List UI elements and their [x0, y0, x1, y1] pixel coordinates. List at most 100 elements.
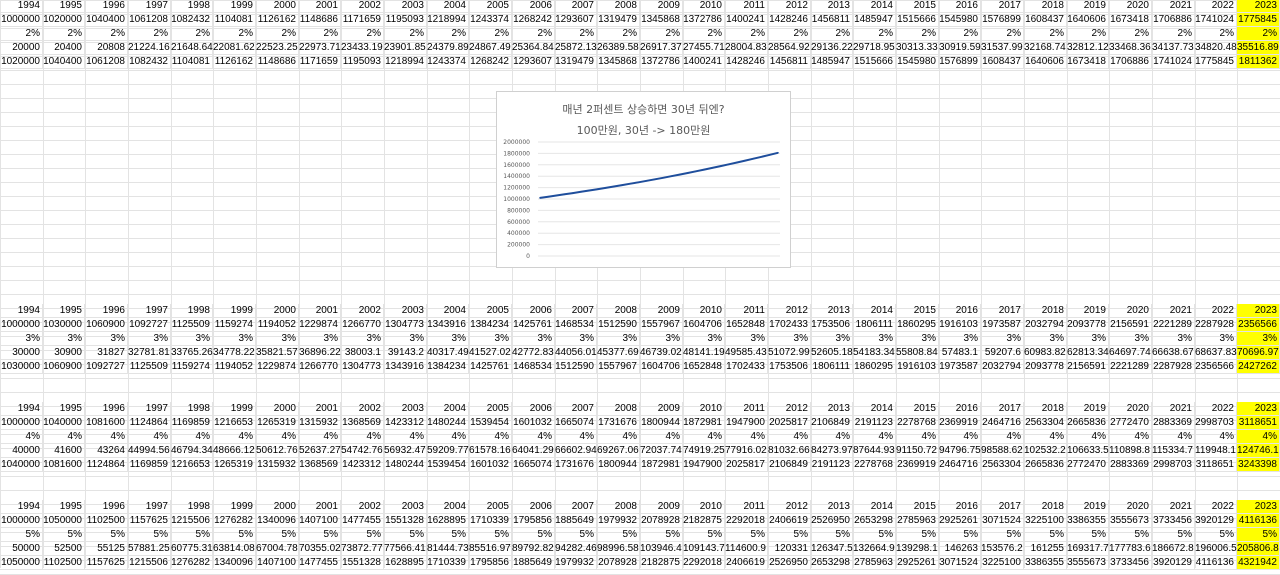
base-cell[interactable]: 1480244 — [427, 416, 469, 430]
rate-cell[interactable]: 5% — [341, 528, 384, 542]
base-cell[interactable]: 1372786 — [683, 13, 725, 27]
base-cell[interactable]: 2287928 — [1195, 318, 1237, 332]
base-cell[interactable]: 1092727 — [128, 318, 171, 332]
base-cell[interactable]: 2356566 — [1237, 318, 1280, 332]
rate-cell[interactable]: 3% — [896, 332, 939, 346]
year-cell[interactable]: 2010 — [683, 402, 725, 416]
rate-cell[interactable]: 3% — [555, 332, 597, 346]
increase-cell[interactable]: 67004.78 — [256, 542, 299, 556]
year-cell[interactable]: 2018 — [1024, 500, 1067, 514]
rate-cell[interactable]: 2% — [341, 27, 384, 41]
rate-cell[interactable]: 2% — [555, 27, 597, 41]
year-cell[interactable]: 2019 — [1067, 304, 1109, 318]
base-cell[interactable]: 1640606 — [1067, 13, 1109, 27]
next-cell[interactable]: 1345868 — [597, 55, 640, 69]
rate-cell[interactable]: 3% — [299, 332, 341, 346]
next-cell[interactable]: 1916103 — [896, 360, 939, 374]
base-cell[interactable]: 3920129 — [1195, 514, 1237, 528]
rate-cell[interactable]: 4% — [213, 430, 256, 444]
base-cell[interactable]: 1604706 — [683, 318, 725, 332]
base-cell[interactable]: 1731676 — [597, 416, 640, 430]
year-cell[interactable]: 2009 — [640, 304, 683, 318]
base-cell[interactable]: 1428246 — [768, 13, 811, 27]
year-cell[interactable]: 2006 — [512, 0, 555, 13]
next-cell[interactable]: 1601032 — [469, 458, 512, 472]
rate-cell[interactable]: 2% — [939, 27, 981, 41]
rate-cell[interactable]: 5% — [768, 528, 811, 542]
base-cell[interactable]: 1468534 — [555, 318, 597, 332]
year-cell[interactable]: 2012 — [768, 304, 811, 318]
year-cell[interactable]: 2008 — [597, 304, 640, 318]
year-cell[interactable]: 1997 — [128, 304, 171, 318]
base-cell[interactable]: 1000000 — [0, 514, 43, 528]
year-cell[interactable]: 2020 — [1109, 402, 1152, 416]
base-cell[interactable]: 2182875 — [683, 514, 725, 528]
base-cell[interactable]: 1515666 — [896, 13, 939, 27]
increase-cell[interactable]: 41600 — [43, 444, 85, 458]
base-cell[interactable]: 1545980 — [939, 13, 981, 27]
increase-cell[interactable]: 21648.64 — [171, 41, 213, 55]
year-cell[interactable]: 2023 — [1237, 304, 1280, 318]
rate-cell[interactable]: 3% — [853, 332, 896, 346]
next-cell[interactable]: 1030000 — [0, 360, 43, 374]
next-cell[interactable]: 1485947 — [811, 55, 853, 69]
rate-cell[interactable]: 5% — [1152, 528, 1195, 542]
increase-cell[interactable]: 57881.25 — [128, 542, 171, 556]
rate-cell[interactable]: 5% — [1195, 528, 1237, 542]
rate-cell[interactable]: 5% — [128, 528, 171, 542]
base-cell[interactable]: 4116136 — [1237, 514, 1280, 528]
next-cell[interactable]: 2665836 — [1024, 458, 1067, 472]
rate-cell[interactable]: 4% — [43, 430, 85, 444]
year-cell[interactable]: 2008 — [597, 500, 640, 514]
base-cell[interactable]: 1102500 — [85, 514, 128, 528]
increase-cell[interactable]: 59209.77 — [427, 444, 469, 458]
year-cell[interactable]: 2018 — [1024, 0, 1067, 13]
next-cell[interactable]: 1126162 — [213, 55, 256, 69]
next-cell[interactable]: 1806111 — [811, 360, 853, 374]
year-cell[interactable]: 2001 — [299, 304, 341, 318]
increase-cell[interactable]: 64041.29 — [512, 444, 555, 458]
increase-cell[interactable]: 27455.71 — [683, 41, 725, 55]
year-cell[interactable]: 2021 — [1152, 500, 1195, 514]
rate-cell[interactable]: 4% — [0, 430, 43, 444]
base-cell[interactable]: 1512590 — [597, 318, 640, 332]
rate-cell[interactable]: 3% — [939, 332, 981, 346]
increase-cell[interactable]: 81032.66 — [768, 444, 811, 458]
next-cell[interactable]: 1082432 — [128, 55, 171, 69]
increase-cell[interactable]: 94796.75 — [939, 444, 981, 458]
year-cell[interactable]: 2002 — [341, 500, 384, 514]
year-cell[interactable]: 2020 — [1109, 304, 1152, 318]
base-cell[interactable]: 2106849 — [811, 416, 853, 430]
next-cell[interactable]: 1092727 — [85, 360, 128, 374]
base-cell[interactable]: 2406619 — [768, 514, 811, 528]
base-cell[interactable]: 1157625 — [128, 514, 171, 528]
rate-cell[interactable]: 3% — [1024, 332, 1067, 346]
year-cell[interactable]: 1998 — [171, 0, 213, 13]
increase-cell[interactable]: 23901.85 — [384, 41, 427, 55]
base-cell[interactable]: 1741024 — [1195, 13, 1237, 27]
rate-cell[interactable]: 3% — [683, 332, 725, 346]
increase-cell[interactable]: 50612.76 — [256, 444, 299, 458]
next-cell[interactable]: 1265319 — [213, 458, 256, 472]
year-cell[interactable]: 1996 — [85, 402, 128, 416]
rate-cell[interactable]: 2% — [981, 27, 1024, 41]
increase-cell[interactable]: 23433.19 — [341, 41, 384, 55]
next-cell[interactable]: 1665074 — [512, 458, 555, 472]
year-cell[interactable]: 2002 — [341, 0, 384, 13]
next-cell[interactable]: 1640606 — [1024, 55, 1067, 69]
rate-cell[interactable]: 2% — [597, 27, 640, 41]
increase-cell[interactable]: 48141.19 — [683, 346, 725, 360]
base-cell[interactable]: 1040400 — [85, 13, 128, 27]
rate-cell[interactable]: 2% — [171, 27, 213, 41]
next-cell[interactable]: 1243374 — [427, 55, 469, 69]
base-cell[interactable]: 1104081 — [213, 13, 256, 27]
rate-cell[interactable]: 3% — [469, 332, 512, 346]
increase-cell[interactable]: 77916.02 — [725, 444, 768, 458]
year-cell[interactable]: 2006 — [512, 402, 555, 416]
increase-cell[interactable]: 205806.8 — [1237, 542, 1280, 556]
increase-cell[interactable]: 22523.25 — [256, 41, 299, 55]
next-cell[interactable]: 1557967 — [597, 360, 640, 374]
increase-cell[interactable]: 62813.34 — [1067, 346, 1109, 360]
increase-cell[interactable]: 31827 — [85, 346, 128, 360]
year-cell[interactable]: 2011 — [725, 0, 768, 13]
